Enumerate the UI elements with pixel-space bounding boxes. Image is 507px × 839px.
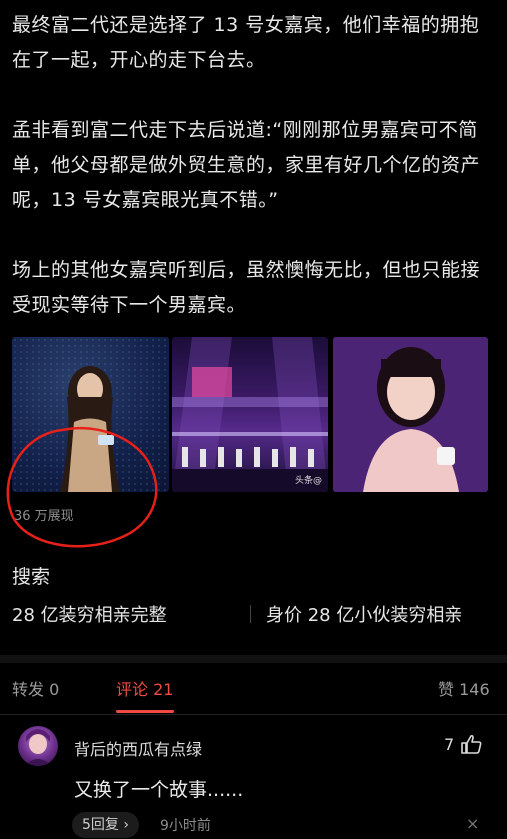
image-watermark: 头条@ xyxy=(294,476,322,486)
tab-comments[interactable]: 评论 21 xyxy=(116,676,173,700)
active-tab-indicator xyxy=(116,710,174,713)
search-suggestion-1[interactable]: 28 亿装穷相亲完整 xyxy=(12,601,167,627)
comment-like-count: 7 xyxy=(444,735,455,754)
article-image-1[interactable] xyxy=(12,337,169,492)
comment-username[interactable]: 背后的西瓜有点绿 xyxy=(74,736,202,760)
woman-closeup-graphic xyxy=(333,337,488,492)
tabs-divider xyxy=(0,714,507,715)
replies-button[interactable]: 5回复 › xyxy=(72,812,139,838)
search-section-title: 搜索 xyxy=(12,566,51,588)
thumbs-up-icon[interactable] xyxy=(460,734,482,754)
search-divider xyxy=(250,605,251,623)
paragraph-2: 孟非看到富二代走下去后说道:“刚刚那位男嘉宾可不简单，他父母都是做外贸生意的，家… xyxy=(12,119,481,211)
search-suggestion-2[interactable]: 身价 28 亿小伙装穷相亲 xyxy=(266,601,462,627)
close-icon[interactable]: × xyxy=(466,814,479,833)
article-image-3[interactable] xyxy=(333,337,488,492)
section-divider xyxy=(0,655,507,663)
paragraph-3: 场上的其他女嘉宾听到后，虽然懊悔无比，但也只能接受现实等待下一个男嘉宾。 xyxy=(12,259,481,316)
comment-text: 又换了一个故事...... xyxy=(74,779,244,801)
article-image-2[interactable]: 头条@ xyxy=(172,337,328,492)
tab-repost[interactable]: 转发 0 xyxy=(12,676,59,700)
avatar-image xyxy=(24,729,52,766)
woman-photo-graphic xyxy=(12,337,169,492)
avatar[interactable] xyxy=(18,726,58,766)
tab-likes[interactable]: 赞 146 xyxy=(438,676,490,700)
comment-time: 9小时前 xyxy=(160,818,211,834)
paragraph-1: 最终富二代还是选择了 13 号女嘉宾，他们幸福的拥抱在了一起，开心的走下台去。 xyxy=(12,14,480,71)
views-count: 36 万展现 xyxy=(14,509,74,524)
stage-photo-graphic xyxy=(172,337,328,492)
